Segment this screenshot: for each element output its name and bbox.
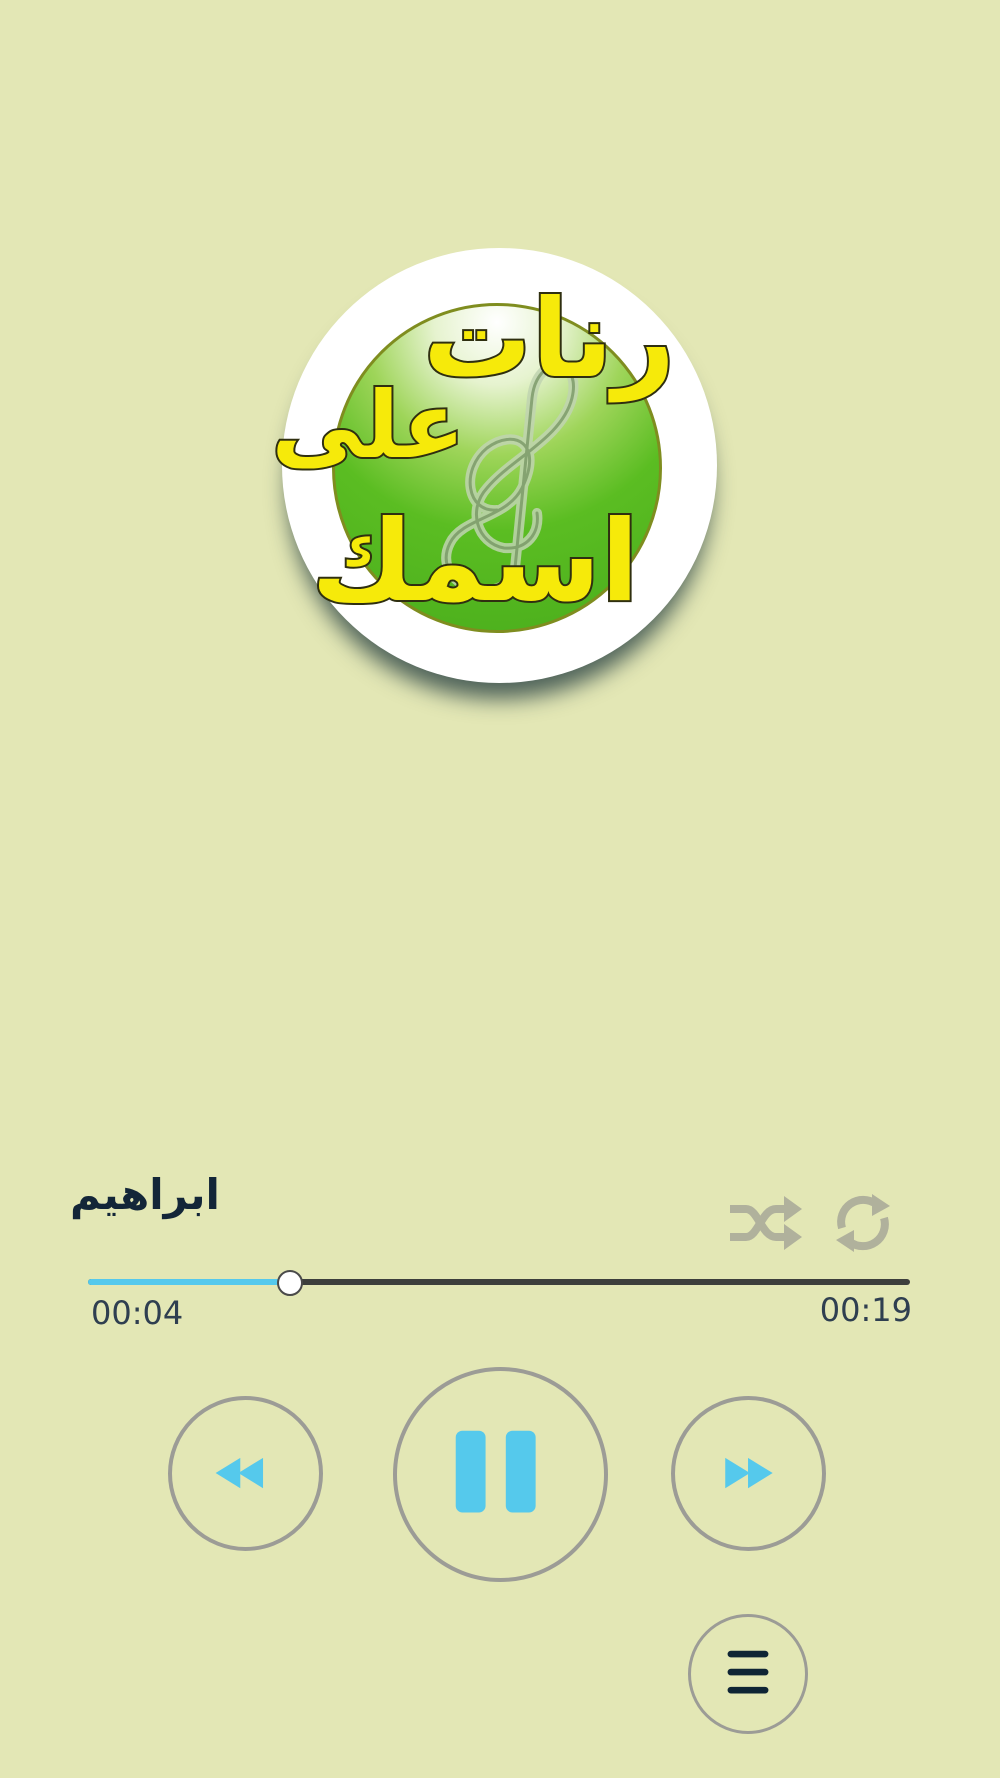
total-time: 00:19 — [819, 1291, 912, 1329]
menu-button[interactable] — [688, 1614, 808, 1734]
seek-bar[interactable] — [88, 1270, 910, 1296]
repeat-button[interactable] — [832, 1192, 894, 1254]
previous-button[interactable] — [168, 1396, 323, 1551]
album-art-word-3: اسمك — [309, 497, 641, 627]
shuffle-icon — [730, 1196, 802, 1250]
album-art: رنات على اسمك — [270, 248, 717, 683]
repeat-icon — [836, 1194, 890, 1252]
shuffle-button[interactable] — [728, 1192, 804, 1254]
album-art-word-2: على — [270, 372, 467, 479]
fast-forward-icon — [725, 1457, 773, 1489]
elapsed-time: 00:04 — [91, 1294, 184, 1332]
next-button[interactable] — [671, 1396, 826, 1551]
pause-button[interactable] — [393, 1367, 608, 1582]
rewind-icon — [215, 1457, 264, 1489]
seek-thumb[interactable] — [277, 1270, 304, 1296]
seek-progress — [88, 1279, 290, 1285]
pause-icon — [455, 1430, 536, 1513]
menu-icon — [727, 1650, 769, 1694]
track-title: ابراهيم — [70, 1170, 220, 1219]
